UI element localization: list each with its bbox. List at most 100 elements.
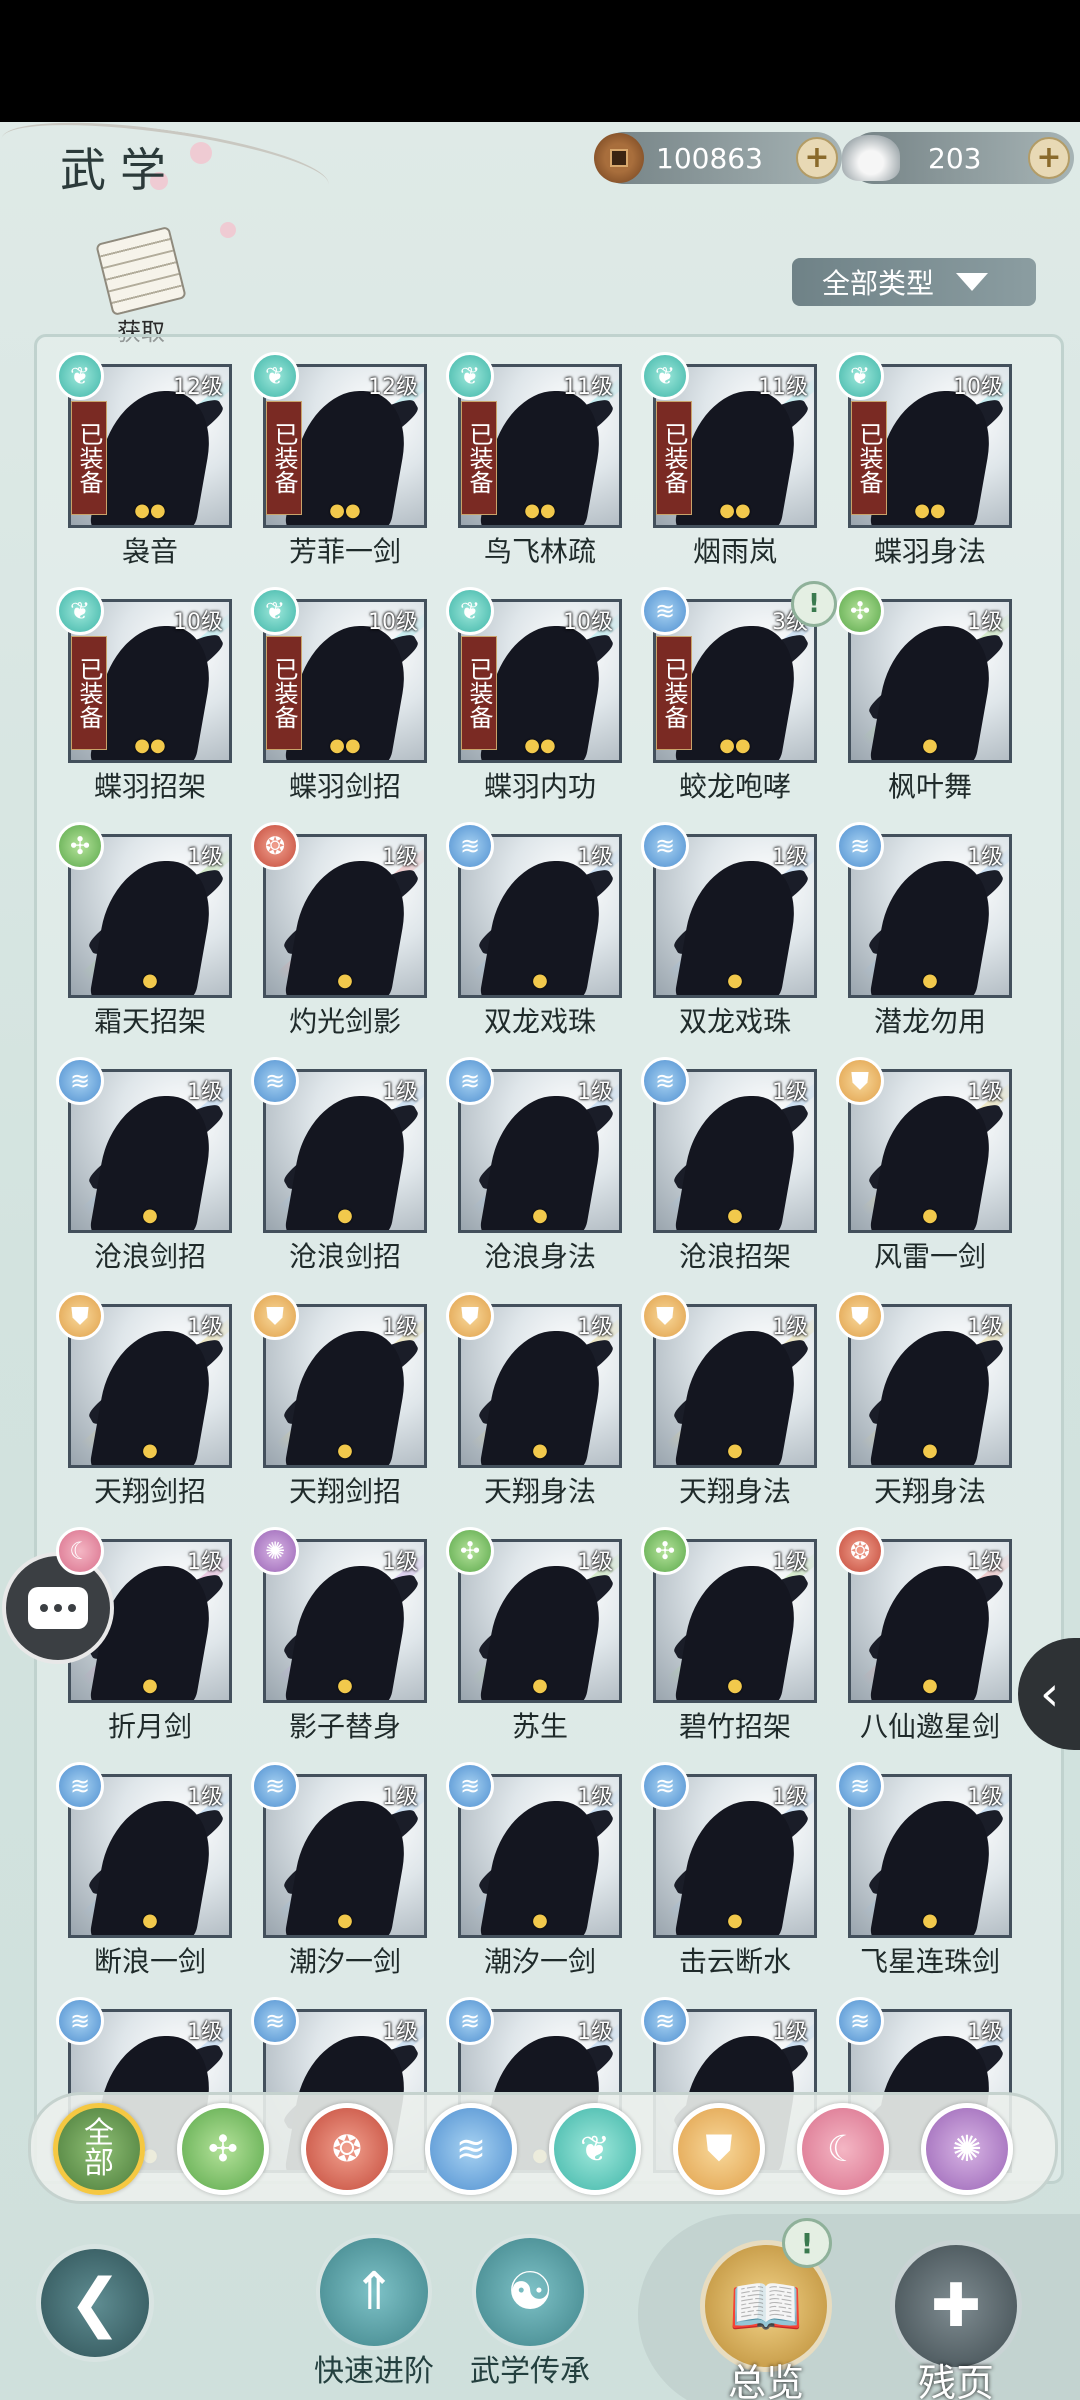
skill-card[interactable]: ✺ 1级 ● 影子替身 [243,1513,427,1743]
skill-card[interactable]: ≋ 1级 ● 沧浪招架 [633,1043,817,1273]
category-moon-button[interactable]: ☾ [797,2103,889,2195]
skill-card[interactable]: ⛊ 1级 ● 天翔身法 [828,1278,1012,1508]
skill-card[interactable]: ≋ 1级 ● 潮汐一剑 [243,1748,427,1978]
wave-school-icon: ≋ [836,822,884,870]
skill-card[interactable]: ≋! 3级 已装备 ●● 蛟龙咆哮 [633,573,837,803]
grade-icon: ● [922,1675,938,1696]
skill-card[interactable]: ❦ 11级 已装备 ●● 烟雨岚 [633,352,817,568]
grade-icon: ● [532,970,548,991]
butterfly-school-icon: ❦ [446,587,494,635]
skill-card[interactable]: ❦ 10级 已装备 ●● 蝶羽身法 [828,352,1012,568]
back-button[interactable]: ❮ [36,2244,154,2362]
skill-level: 1级 [382,2020,418,2045]
skill-card[interactable]: ❂ 1级 ● 灼光剑影 [243,808,427,1038]
skill-name: 蝶羽招架 [93,770,206,803]
skill-level: 1级 [577,1315,613,1340]
category-leaf-button[interactable]: ✣ [177,2103,269,2195]
moon-school-icon: ☾ [826,2128,860,2170]
inherit-button[interactable]: ☯ [472,2234,588,2350]
quick-advance-button[interactable]: ⇑ [316,2234,432,2350]
grade-icon: ● [922,1910,938,1931]
silver-ingot-icon [842,135,900,181]
shield-school-icon: ⛊ [641,1292,689,1340]
skill-card[interactable]: ❦ 12级 已装备 ●● 袅音 [48,352,232,568]
skill-level: 1级 [382,1550,418,1575]
swirl-school-icon: ✺ [951,2128,983,2170]
skill-name: 沧浪剑招 [93,1240,206,1273]
skill-level: 1级 [187,845,223,870]
skill-level: 12级 [368,375,418,400]
wave-school-icon: ≋ [56,1997,104,2045]
skill-card[interactable]: ❦ 10级 已装备 ●● 蝶羽内功 [438,573,622,803]
leaf-school-icon: ✣ [641,1527,689,1575]
skill-level: 1级 [577,845,613,870]
wave-school-icon: ≋ [641,822,689,870]
skill-card[interactable]: ⛊ 1级 ● 天翔剑招 [48,1278,232,1508]
category-shield-button[interactable]: ⛊ [673,2103,765,2195]
skill-card[interactable]: ≋ 1级 ● 沧浪剑招 [243,1043,427,1273]
grade-icon: ● [727,1440,743,1461]
skill-card[interactable]: ≋ 1级 ● 潮汐一剑 [438,1748,622,1978]
category-swirl-button[interactable]: ✺ [921,2103,1013,2195]
skill-card[interactable]: ≋ 1级 ● 双龙戏珠 [633,808,817,1038]
category-flame-button[interactable]: ❂ [301,2103,393,2195]
equipped-tag: 已装备 [851,401,887,515]
fragments-label: 残页 [917,2361,994,2400]
grade-icon: ● [532,1910,548,1931]
inherit-label: 武学传承 [470,2354,590,2389]
silver-amount: 203 [928,141,982,175]
leaf-school-icon: ✣ [56,822,104,870]
grade-icon: ●● [524,500,556,521]
add-silver-button[interactable]: + [1028,137,1070,179]
skill-card[interactable]: ⛊ 1级 ● 天翔身法 [438,1278,622,1508]
wave-school-icon: ≋ [56,1057,104,1105]
skill-level: 10级 [173,610,223,635]
skill-level: 1级 [967,1080,1003,1105]
skill-card[interactable]: ✣ 1级 ● 碧竹招架 [633,1513,817,1743]
skill-card[interactable]: ✣ 1级 ● 枫叶舞 [828,573,1012,803]
skill-card[interactable]: ❦ 10级 已装备 ●● 蝶羽招架 [48,573,232,803]
skill-card[interactable]: ⛊ 1级 ● 天翔剑招 [243,1278,427,1508]
flame-school-icon: ❂ [836,1527,884,1575]
overview-label: 总览 [727,2361,804,2400]
grade-icon: ● [727,1910,743,1931]
skill-card[interactable]: ⛊ 1级 ● 天翔身法 [633,1278,817,1508]
category-butterfly-button[interactable]: ❦ [549,2103,641,2195]
skill-card[interactable]: ≋ 1级 ● 沧浪身法 [438,1043,622,1273]
skill-card[interactable]: ✣ 1级 ● 苏生 [438,1513,622,1743]
skill-card[interactable]: ❦ 10级 已装备 ●● 蝶羽剑招 [243,573,427,803]
skill-card[interactable]: ≋ 1级 ● 断浪一剑 [48,1748,232,1978]
skill-card[interactable]: ≋ 1级 ● 沧浪剑招 [48,1043,232,1273]
grade-icon: ● [922,1205,938,1226]
wave-school-icon: ≋ [446,1997,494,2045]
skill-card[interactable]: ❦ 11级 已装备 ●● 鸟飞林疏 [438,352,622,568]
category-all-button[interactable]: 全部 [53,2103,145,2195]
skills-grid[interactable]: ❦ 12级 已装备 ●● 袅音 ❦ 12级 已装备 ●● 芳菲一剑 ❦ 11级 已装备 ●● 鸟飞林疏 ❦ 11… [48,352,1024,2182]
skill-name: 鸟飞林疏 [483,535,596,568]
skill-card[interactable]: ✣ 1级 ● 霜天招架 [48,808,232,1038]
skill-card[interactable]: ≋ 1级 ● 击云断水 [633,1748,817,1978]
skill-name: 沧浪招架 [678,1240,791,1273]
skill-card[interactable]: ≋ 1级 ● 双龙戏珠 [438,808,622,1038]
equipped-tag: 已装备 [71,636,107,750]
skill-card[interactable]: ❦ 12级 已装备 ●● 芳菲一剑 [243,352,427,568]
category-wave-button[interactable]: ≋ [425,2103,517,2195]
skill-level: 1级 [187,1080,223,1105]
skill-level: 1级 [967,845,1003,870]
scroll-icon [95,225,187,317]
skill-name: 双龙戏珠 [678,1005,791,1038]
skill-card[interactable]: ❂ 1级 ● 八仙邀星剑 [828,1513,1012,1743]
chat-button[interactable] [2,1552,114,1664]
type-filter-dropdown[interactable]: 全部类型 [792,258,1036,306]
alert-icon: ! [782,2218,832,2268]
skill-name: 烟雨岚 [692,535,777,568]
skill-level: 1级 [967,610,1003,635]
skill-level: 1级 [187,1550,223,1575]
add-copper-button[interactable]: + [796,137,838,179]
skill-card[interactable]: ⛊ 1级 ● 风雷一剑 [828,1043,1012,1273]
skill-card[interactable]: ≋ 1级 ● 飞星连珠剑 [828,1748,1012,1978]
skill-level: 1级 [967,1785,1003,1810]
skill-card[interactable]: ≋ 1级 ● 潜龙勿用 [828,808,1012,1038]
wave-school-icon: ≋ [836,1997,884,2045]
shield-school-icon: ⛊ [836,1292,884,1340]
